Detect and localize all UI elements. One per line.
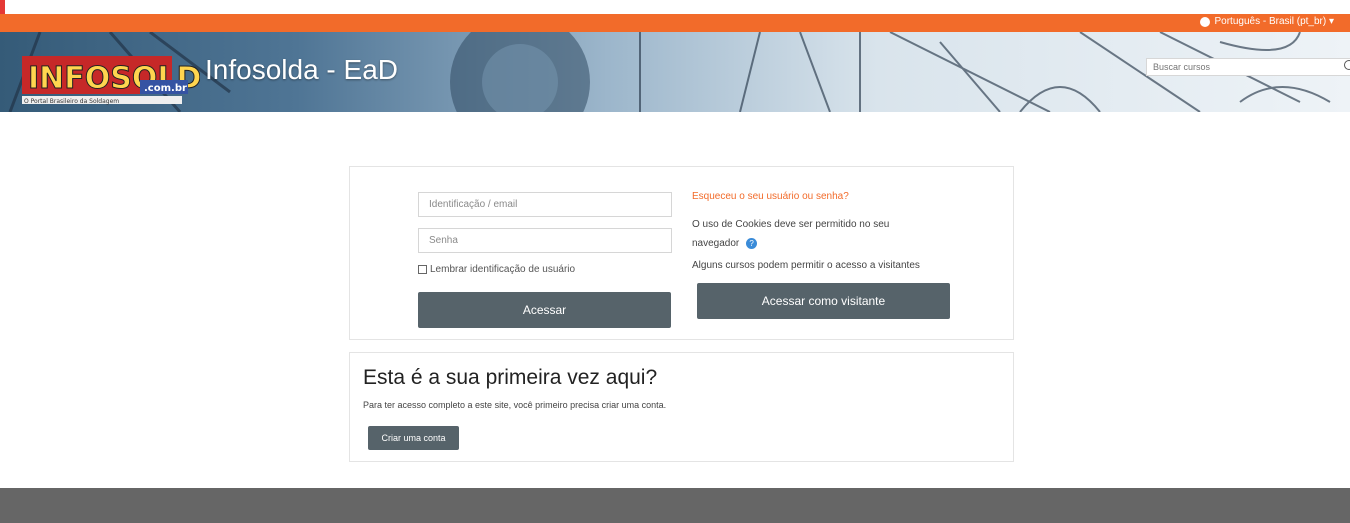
language-menu[interactable]: Português - Brasil (pt_br) ▾ bbox=[1200, 16, 1334, 27]
logo-tagline: O Portal Brasileiro da Soldagem bbox=[24, 98, 119, 105]
footer bbox=[0, 488, 1350, 523]
remember-label: Lembrar identificação de usuário bbox=[430, 264, 576, 275]
cookies-notice: O uso de Cookies deve ser permitido no s… bbox=[692, 215, 922, 253]
login-button[interactable]: Acessar bbox=[418, 292, 671, 328]
password-input[interactable]: Senha bbox=[418, 228, 672, 253]
search-icon[interactable] bbox=[1344, 60, 1350, 70]
remember-username[interactable]: Lembrar identificação de usuário bbox=[418, 264, 575, 275]
remember-checkbox[interactable] bbox=[418, 265, 427, 274]
navbar bbox=[0, 14, 1350, 32]
top-strip bbox=[0, 0, 1350, 14]
infosolda-logo[interactable]: INFOSOLDA .com.br O Portal Brasileiro da… bbox=[22, 50, 200, 114]
search-input[interactable] bbox=[1146, 58, 1350, 76]
site-title[interactable]: Infosolda - EaD bbox=[205, 54, 398, 86]
globe-icon bbox=[1200, 16, 1211, 27]
signup-title: Esta é a sua primeira vez aqui? bbox=[363, 366, 658, 389]
language-label: Português - Brasil (pt_br) ▾ bbox=[1214, 16, 1334, 27]
create-account-button[interactable]: Criar uma conta bbox=[368, 426, 459, 450]
help-icon[interactable]: ? bbox=[746, 237, 758, 249]
guest-login-button[interactable]: Acessar como visitante bbox=[697, 283, 950, 319]
red-marker bbox=[0, 0, 5, 14]
cookies-text: O uso de Cookies deve ser permitido no s… bbox=[692, 219, 890, 249]
logo-suffix: .com.br bbox=[144, 83, 187, 94]
signup-text: Para ter acesso completo a este site, vo… bbox=[363, 400, 667, 410]
username-input[interactable]: Identificação / email bbox=[418, 192, 672, 217]
visitors-text: Alguns cursos podem permitir o acesso a … bbox=[692, 260, 920, 271]
forgot-password-link[interactable]: Esqueceu o seu usuário ou senha? bbox=[692, 191, 849, 202]
